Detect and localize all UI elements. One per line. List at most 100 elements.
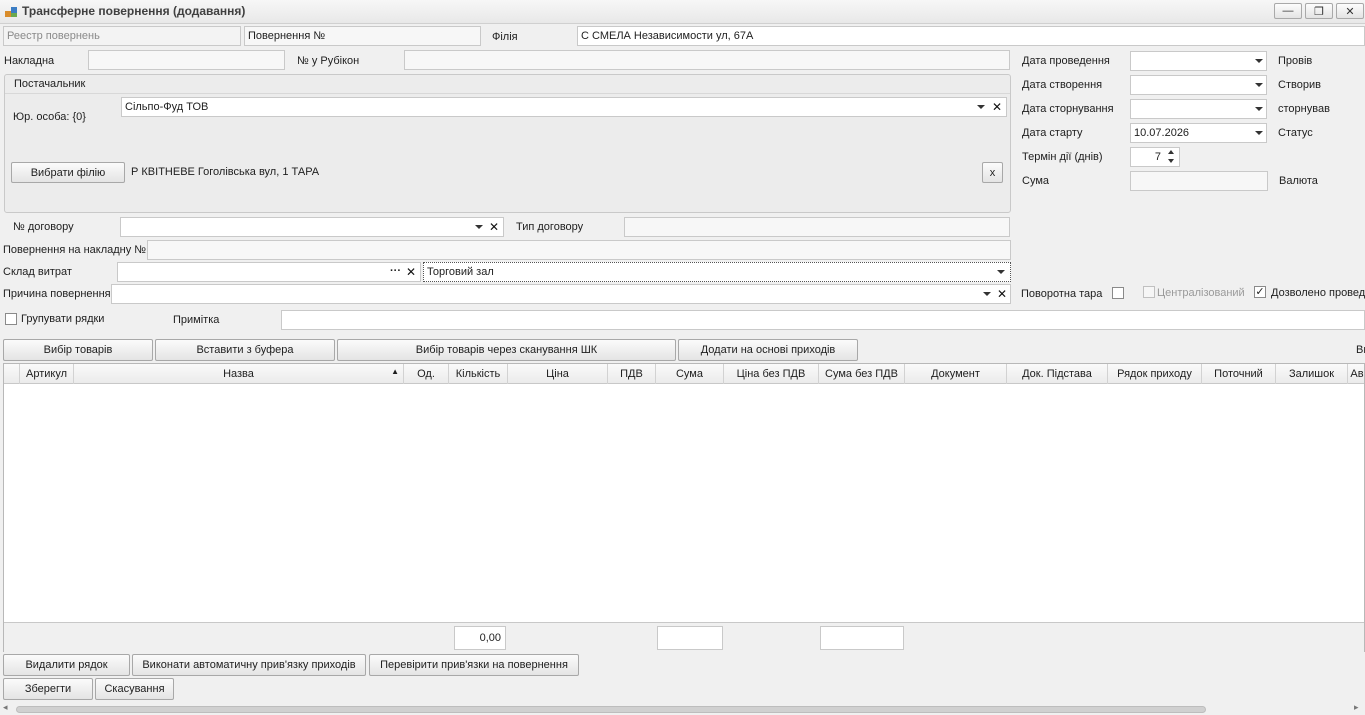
legal-entity-combo[interactable]: Сільпо-Фуд ТОВ <box>121 97 1007 117</box>
window-titlebar: Трансферне повернення (додавання) — ❐ ✕ <box>0 0 1365 24</box>
term-value: 7 <box>1154 151 1161 163</box>
legal-entity-dropdown-icon[interactable] <box>977 105 985 109</box>
check-links-button[interactable]: Перевірити прив'язки на повернення <box>369 654 579 676</box>
window-title: Трансферне повернення (додавання) <box>22 4 246 18</box>
col-unit[interactable]: Од. <box>404 364 449 384</box>
expense-warehouse-clear-icon[interactable]: ✕ <box>406 266 416 278</box>
posted-date-label: Дата проведення <box>1022 55 1110 67</box>
invoice-label: Накладна <box>4 55 55 67</box>
cancel-button[interactable]: Скасування <box>95 678 174 700</box>
scroll-left-icon[interactable]: ◂ <box>3 702 8 713</box>
delete-row-button[interactable]: Видалити рядок <box>3 654 130 676</box>
return-invoice-field[interactable] <box>147 240 1011 260</box>
contract-type-label: Тип договору <box>516 221 584 233</box>
scroll-right-icon[interactable]: ▸ <box>1354 702 1359 713</box>
add-from-receipts-button[interactable]: Додати на основі приходів <box>678 339 858 361</box>
return-number-field[interactable]: Повернення № <box>244 26 481 46</box>
auto-link-button[interactable]: Виконати автоматичну прив'язку приходів <box>132 654 366 676</box>
invoice-field[interactable] <box>88 50 285 70</box>
legal-entity-clear-icon[interactable]: ✕ <box>992 101 1002 113</box>
status-label: Статус <box>1278 127 1313 139</box>
check-icon: ✓ <box>1255 286 1265 298</box>
start-date-dropdown-icon[interactable] <box>1255 131 1263 135</box>
total-sum-no-vat <box>820 626 904 650</box>
allowed-checkbox[interactable]: ✓ <box>1254 286 1266 298</box>
rubicon-label: № у Рубікон <box>297 55 360 67</box>
col-doc-basis[interactable]: Док. Підстава <box>1007 364 1108 384</box>
scan-select-button[interactable]: Вибір товарів через сканування ШК <box>337 339 676 361</box>
contract-number-combo[interactable] <box>120 217 504 237</box>
returnable-tare-checkbox[interactable] <box>1112 287 1124 299</box>
col-document[interactable]: Документ <box>905 364 1007 384</box>
contract-dropdown-icon[interactable] <box>475 225 483 229</box>
registry-field[interactable]: Реестр повернень <box>3 26 241 46</box>
centralized-checkbox[interactable] <box>1143 286 1155 298</box>
col-quantity[interactable]: Кількість <box>449 364 508 384</box>
toolbar-cut-label[interactable]: Ви <box>1356 344 1365 356</box>
close-button[interactable]: ✕ <box>1336 3 1364 19</box>
branch-label: Філія <box>492 31 518 43</box>
reversed-date-dropdown-icon[interactable] <box>1255 107 1263 111</box>
legal-entity-label: Юр. особа: {0} <box>13 111 86 123</box>
term-label: Термін дії (днів) <box>1022 151 1103 163</box>
supplier-group <box>4 74 1011 213</box>
spin-up-icon[interactable] <box>1168 150 1174 154</box>
sum-label: Сума <box>1022 175 1050 187</box>
contract-clear-icon[interactable]: ✕ <box>489 221 499 233</box>
col-vat[interactable]: ПДВ <box>608 364 656 384</box>
col-price-no-vat[interactable]: Ціна без ПДВ <box>724 364 819 384</box>
posted-date-picker[interactable] <box>1130 51 1267 71</box>
expense-warehouse-field[interactable] <box>117 262 421 282</box>
minimize-button[interactable]: — <box>1274 3 1302 19</box>
save-button[interactable]: Зберегти <box>3 678 93 700</box>
horizontal-scrollbar[interactable]: ◂ ▸ <box>0 702 1365 715</box>
reason-combo[interactable] <box>111 284 1011 304</box>
sort-asc-icon: ▲ <box>391 367 399 376</box>
goods-grid[interactable]: Артикул Назва ▲ Од. Кількість Ціна ПДВ С… <box>3 363 1365 652</box>
group-rows-checkbox[interactable] <box>5 313 17 325</box>
col-receipt-row[interactable]: Рядок приходу <box>1108 364 1202 384</box>
ellipsis-icon[interactable]: ··· <box>390 265 401 277</box>
reason-clear-icon[interactable]: ✕ <box>997 288 1007 300</box>
start-date-picker[interactable]: 10.07.2026 <box>1130 123 1267 143</box>
col-sum[interactable]: Сума <box>656 364 724 384</box>
posted-date-dropdown-icon[interactable] <box>1255 59 1263 63</box>
hall-combo[interactable]: Торговий зал <box>423 262 1011 282</box>
reason-dropdown-icon[interactable] <box>983 292 991 296</box>
col-name[interactable]: Назва ▲ <box>74 364 404 384</box>
scrollbar-thumb[interactable] <box>16 706 1206 713</box>
select-goods-button[interactable]: Вибір товарів <box>3 339 153 361</box>
created-date-dropdown-icon[interactable] <box>1255 83 1263 87</box>
col-current[interactable]: Поточний <box>1202 364 1276 384</box>
sum-field[interactable] <box>1130 171 1268 191</box>
col-article[interactable]: Артикул <box>20 364 74 384</box>
hall-dropdown-icon[interactable] <box>997 270 1005 274</box>
branch-field[interactable]: С СМЕЛА Независимости ул, 67А <box>577 26 1365 46</box>
col-price[interactable]: Ціна <box>508 364 608 384</box>
spin-down-icon[interactable] <box>1168 159 1174 163</box>
contract-type-field[interactable] <box>624 217 1010 237</box>
total-sum <box>657 626 723 650</box>
returnable-tare-label: Поворотна тара <box>1021 288 1103 300</box>
paste-clipboard-button[interactable]: Вставити з буфера <box>155 339 335 361</box>
reversed-date-label: Дата сторнування <box>1022 103 1114 115</box>
reversed-date-picker[interactable] <box>1130 99 1267 119</box>
col-balance[interactable]: Залишок <box>1276 364 1348 384</box>
note-field[interactable] <box>281 310 1365 330</box>
rubicon-field[interactable] <box>404 50 1010 70</box>
minimize-icon: — <box>1282 5 1294 17</box>
col-cut[interactable]: Ав <box>1348 364 1365 384</box>
reversed-by-label: сторнував <box>1278 103 1330 115</box>
start-date-value: 10.07.2026 <box>1134 127 1190 139</box>
created-date-picker[interactable] <box>1130 75 1267 95</box>
contract-number-label: № договору <box>13 221 74 233</box>
col-sum-no-vat[interactable]: Сума без ПДВ <box>819 364 905 384</box>
start-date-label: Дата старту <box>1022 127 1083 139</box>
clear-branch-button[interactable]: x <box>982 162 1003 183</box>
restore-button[interactable]: ❐ <box>1305 3 1333 19</box>
col-name-label: Назва <box>223 368 254 380</box>
grid-footer: 0,00 <box>4 622 1364 652</box>
choose-branch-button[interactable]: Вибрати філію <box>11 162 125 183</box>
expense-warehouse-label: Склад витрат <box>3 266 72 278</box>
row-indicator-col <box>4 364 20 384</box>
